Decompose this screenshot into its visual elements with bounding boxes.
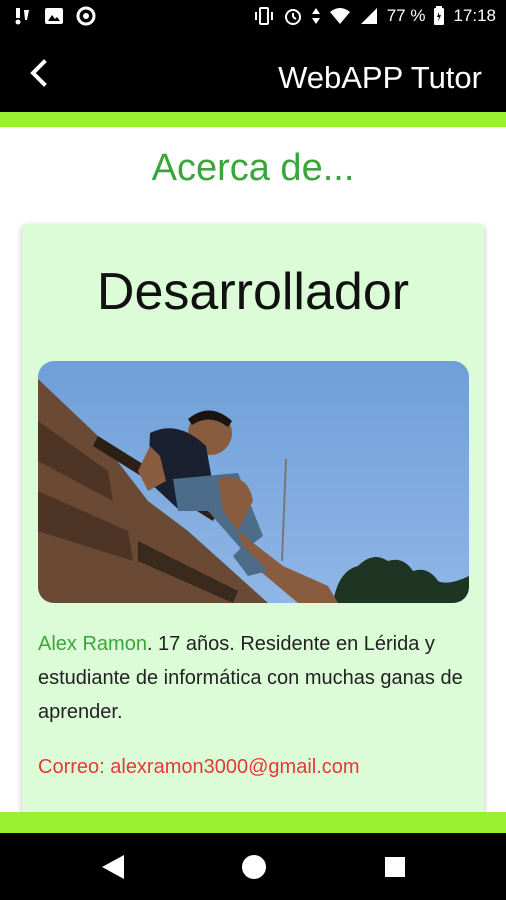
card-heading: Desarrollador: [96, 263, 410, 321]
developer-bio: Alex Ramon. 17 años. Residente en Lérida…: [38, 627, 470, 729]
battery-percent: 77 %: [386, 6, 426, 25]
page-title: Acerca de...: [151, 147, 355, 189]
nav-recents-button[interactable]: [383, 853, 407, 886]
sync-icon: [76, 6, 96, 26]
app-bar: WebAPP Tutor: [0, 36, 506, 112]
image-icon: [44, 6, 64, 26]
circle-home-icon: [242, 855, 266, 879]
notification-icon: [14, 6, 32, 26]
chevron-left-icon: [30, 59, 47, 87]
scroll-content[interactable]: Acerca de... Desarrollador Alex Ramon. 1…: [0, 127, 506, 812]
wifi-icon: [329, 6, 351, 26]
developer-card: Desarrollador Alex Ramon. 17 años. Resid…: [22, 224, 484, 812]
clock: 17:18: [453, 6, 496, 25]
vibrate-icon: [253, 6, 275, 26]
developer-photo: [38, 361, 469, 603]
data-arrows-icon: [311, 6, 321, 26]
system-nav-bar: [0, 833, 506, 900]
alarm-icon: [283, 6, 303, 26]
status-right-icons: 77 % 17:18: [253, 6, 496, 26]
accent-divider-top: [0, 112, 506, 127]
nav-back-button[interactable]: [100, 853, 126, 886]
email-link[interactable]: Correo: alexramon3000@gmail.com: [38, 756, 360, 779]
developer-name[interactable]: Alex Ramon: [38, 633, 147, 655]
nav-home-button[interactable]: [241, 853, 267, 886]
signal-icon: [359, 6, 379, 26]
triangle-back-icon: [102, 855, 124, 879]
status-bar: 77 % 17:18: [0, 0, 506, 36]
app-title: WebAPP Tutor: [278, 60, 482, 95]
status-left-icons: [14, 6, 96, 26]
square-recents-icon: [385, 857, 405, 877]
accent-divider-bottom: [0, 812, 506, 833]
back-button[interactable]: [24, 56, 58, 90]
battery-icon: [433, 6, 445, 26]
